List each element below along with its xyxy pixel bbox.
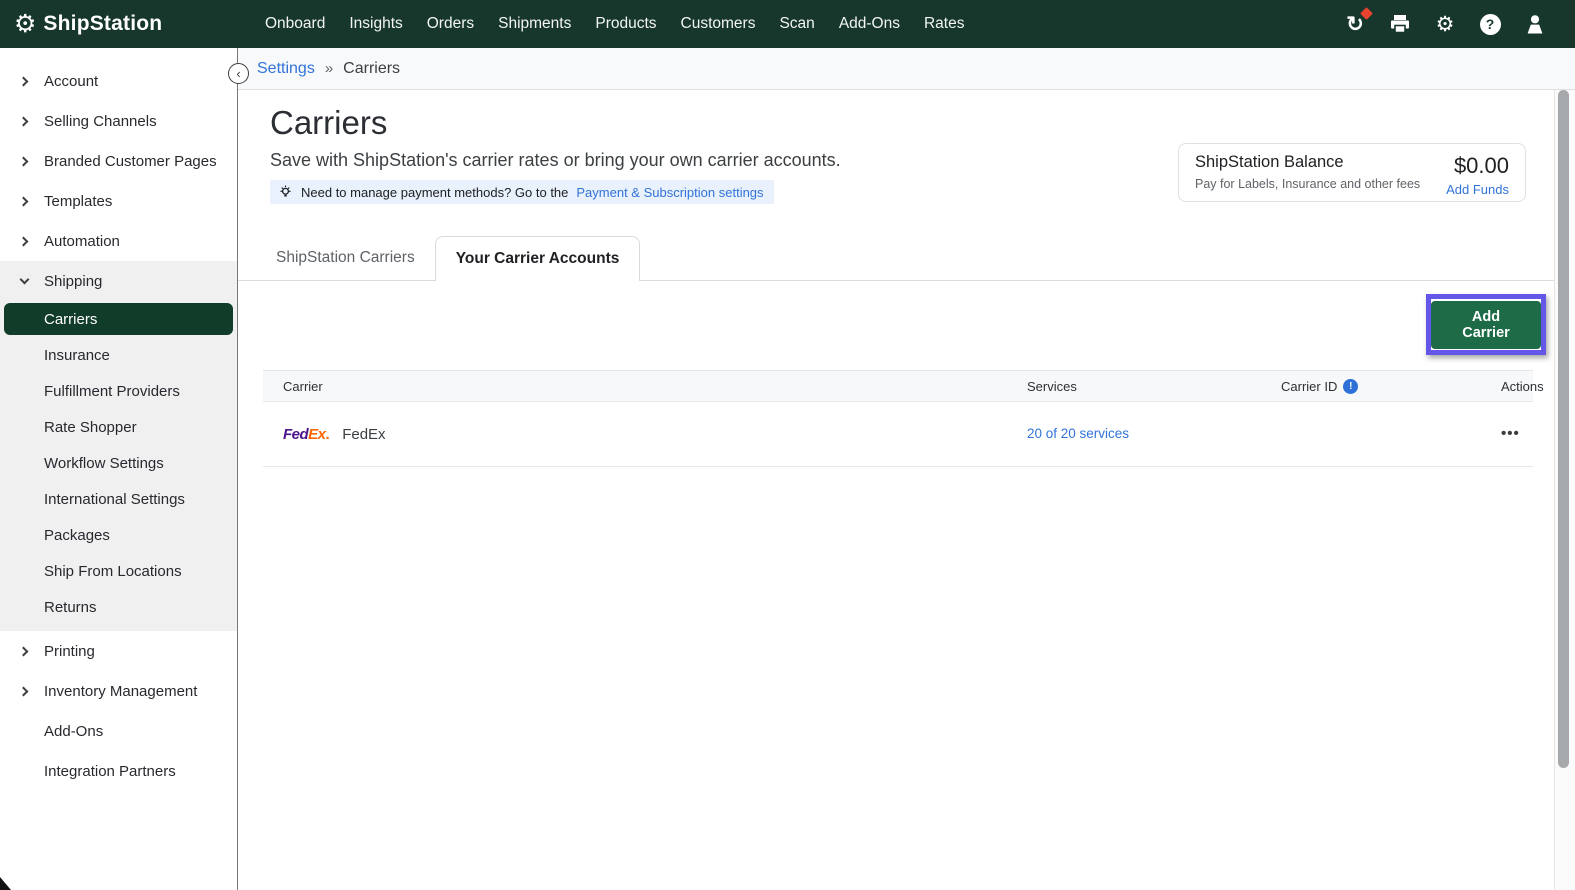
add-funds-link[interactable]: Add Funds [1446, 182, 1509, 197]
services-count-link[interactable]: 20 of 20 services [1027, 426, 1129, 441]
refresh-icon[interactable]: ↻ [1343, 12, 1367, 36]
sidebar-item-templates[interactable]: Templates [0, 181, 237, 221]
top-navigation-bar: ⚙ ShipStation Onboard Insights Orders Sh… [0, 0, 1575, 48]
breadcrumb: Settings » Carriers [238, 48, 1575, 90]
nav-scan[interactable]: Scan [779, 15, 814, 33]
lightbulb-icon [278, 184, 293, 200]
topbar-icon-group: ↻ ⚙ ? [1343, 0, 1547, 48]
chevron-right-icon [20, 197, 29, 206]
sidebar-item-add-ons[interactable]: Add-Ons [0, 711, 237, 751]
sidebar-item-label: Integration Partners [44, 763, 176, 780]
tip-text: Need to manage payment methods? Go to th… [301, 185, 568, 200]
sidebar-subitem-workflow-settings[interactable]: Workflow Settings [0, 445, 237, 481]
sidebar-item-printing[interactable]: Printing [0, 631, 237, 671]
settings-gear-icon[interactable]: ⚙ [1433, 12, 1457, 36]
column-header-carrier-id: Carrier ID ! [1281, 379, 1501, 394]
payment-tip-banner: Need to manage payment methods? Go to th… [270, 180, 774, 204]
breadcrumb-current: Carriers [343, 60, 400, 78]
sidebar-item-integration-partners[interactable]: Integration Partners [0, 751, 237, 791]
sidebar-subitem-ship-from-locations[interactable]: Ship From Locations [0, 553, 237, 589]
sidebar-subitem-packages[interactable]: Packages [0, 517, 237, 553]
nav-orders[interactable]: Orders [427, 15, 474, 33]
sidebar-item-shipping[interactable]: Shipping [0, 261, 237, 301]
sidebar-item-label: Shipping [44, 273, 102, 290]
sidebar-subitem-carriers[interactable]: Carriers [4, 303, 233, 335]
sidebar-item-label: Automation [44, 233, 120, 250]
sidebar-item-account[interactable]: Account [0, 61, 237, 101]
chevron-right-icon [20, 237, 29, 246]
breadcrumb-separator: » [325, 60, 333, 77]
nav-onboard[interactable]: Onboard [265, 15, 325, 33]
column-header-actions: Actions [1501, 379, 1556, 394]
breadcrumb-settings-link[interactable]: Settings [257, 60, 315, 78]
shipstation-settings-screen: ⚙ ShipStation Onboard Insights Orders Sh… [0, 0, 1575, 890]
fedex-logo: FedEx. [283, 426, 329, 443]
nav-insights[interactable]: Insights [349, 15, 402, 33]
account-user-icon[interactable] [1523, 12, 1547, 36]
sidebar-item-label: Templates [44, 193, 112, 210]
sidebar-collapse-button[interactable]: ‹ [228, 63, 249, 84]
carriers-tabbar: ShipStation Carriers Your Carrier Accoun… [238, 237, 1575, 281]
primary-nav: Onboard Insights Orders Shipments Produc… [265, 0, 964, 48]
chevron-right-icon [20, 117, 29, 126]
settings-sidebar: Account Selling Channels Branded Custome… [0, 48, 238, 890]
chevron-down-icon [20, 277, 29, 286]
table-header-row: Carrier Services Carrier ID ! Actions [263, 370, 1533, 402]
sidebar-item-label: Account [44, 73, 98, 90]
help-icon[interactable]: ? [1478, 12, 1502, 36]
sidebar-subitem-fulfillment-providers[interactable]: Fulfillment Providers [0, 373, 237, 409]
vertical-scrollbar-thumb[interactable] [1558, 90, 1569, 768]
carrier-id-info-icon[interactable]: ! [1343, 379, 1358, 394]
brand-name: ShipStation [43, 12, 162, 36]
services-cell: 20 of 20 services [1027, 425, 1281, 443]
balance-description: Pay for Labels, Insurance and other fees [1195, 177, 1420, 191]
shipstation-logo[interactable]: ⚙ ShipStation [14, 0, 162, 48]
sidebar-item-automation[interactable]: Automation [0, 221, 237, 261]
shipstation-logo-icon: ⚙ [14, 12, 36, 37]
page-subtitle: Save with ShipStation's carrier rates or… [270, 150, 841, 171]
tab-your-carrier-accounts[interactable]: Your Carrier Accounts [435, 236, 641, 281]
chevron-right-icon [20, 647, 29, 656]
column-header-carrier: Carrier [263, 379, 1027, 394]
sidebar-subitem-insurance[interactable]: Insurance [0, 337, 237, 373]
sidebar-item-label: Selling Channels [44, 113, 157, 130]
nav-rates[interactable]: Rates [924, 15, 965, 33]
balance-amount: $0.00 [1446, 153, 1509, 179]
sidebar-item-label: Add-Ons [44, 723, 103, 740]
balance-title: ShipStation Balance [1195, 153, 1420, 172]
table-row-fedex: FedEx. FedEx 20 of 20 services ••• [263, 402, 1533, 467]
payment-subscription-settings-link[interactable]: Payment & Subscription settings [576, 185, 763, 200]
nav-products[interactable]: Products [595, 15, 656, 33]
row-actions-menu-icon[interactable]: ••• [1501, 425, 1520, 442]
main-content: Settings » Carriers Carriers Save with S… [238, 48, 1575, 890]
chevron-right-icon [20, 157, 29, 166]
page-title: Carriers [270, 104, 387, 142]
nav-add-ons[interactable]: Add-Ons [839, 15, 900, 33]
carrier-accounts-table: Carrier Services Carrier ID ! Actions Fe… [263, 370, 1533, 467]
sidebar-item-label: Printing [44, 643, 95, 660]
chevron-right-icon [20, 77, 29, 86]
carrier-cell: FedEx. FedEx [263, 426, 1027, 443]
sidebar-subitem-returns[interactable]: Returns [0, 589, 237, 625]
sidebar-subitem-international-settings[interactable]: International Settings [0, 481, 237, 517]
annotation-highlight-box: Add Carrier [1426, 294, 1546, 355]
carrier-name: FedEx [342, 426, 385, 443]
sidebar-item-label: Branded Customer Pages [44, 153, 217, 170]
sidebar-subitem-rate-shopper[interactable]: Rate Shopper [0, 409, 237, 445]
print-icon[interactable] [1388, 12, 1412, 36]
actions-cell: ••• [1501, 425, 1534, 443]
sidebar-item-inventory-management[interactable]: Inventory Management [0, 671, 237, 711]
nav-shipments[interactable]: Shipments [498, 15, 571, 33]
sidebar-item-label: Inventory Management [44, 683, 197, 700]
sidebar-item-branded-customer-pages[interactable]: Branded Customer Pages [0, 141, 237, 181]
column-header-services: Services [1027, 379, 1281, 394]
sidebar-item-selling-channels[interactable]: Selling Channels [0, 101, 237, 141]
chevron-right-icon [20, 687, 29, 696]
add-carrier-button[interactable]: Add Carrier [1431, 301, 1541, 349]
vertical-scrollbar-track[interactable] [1554, 90, 1575, 890]
sidebar-shipping-group: Shipping Carriers Insurance Fulfillment … [0, 261, 237, 631]
tab-shipstation-carriers[interactable]: ShipStation Carriers [256, 236, 435, 280]
nav-customers[interactable]: Customers [681, 15, 756, 33]
shipstation-balance-card: ShipStation Balance Pay for Labels, Insu… [1178, 143, 1526, 202]
